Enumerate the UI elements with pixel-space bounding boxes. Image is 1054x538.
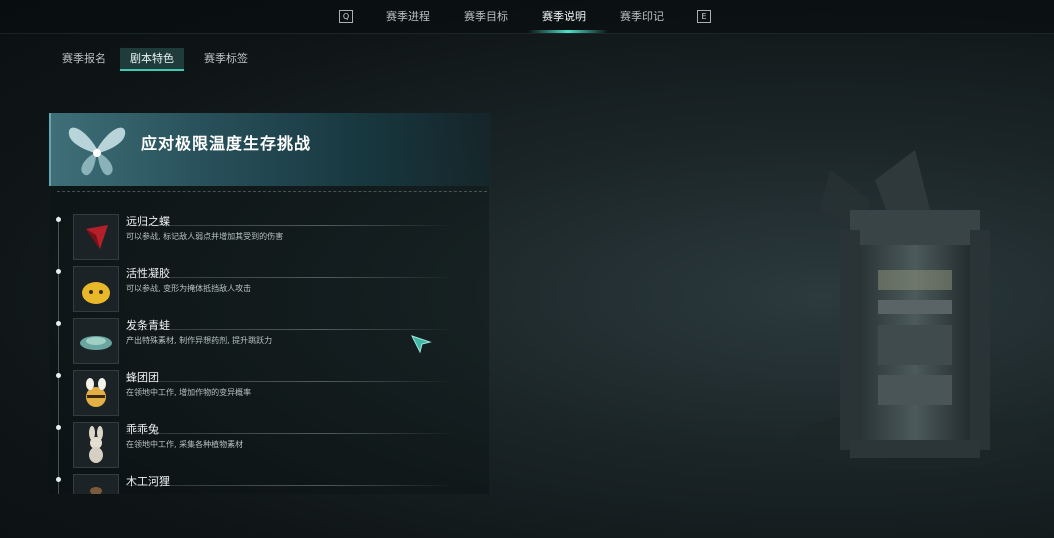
tower-background-art [795,150,1035,470]
red-crystal-icon [73,214,119,260]
item-divider [126,433,456,434]
timeline-dot [56,477,61,482]
list-item[interactable]: 蜂团团 在领地中工作, 增加作物的变异概率 [49,369,489,421]
tab-season-progress[interactable]: 赛季进程 [386,8,430,24]
item-desc: 可以参战, 变形为掩体抵挡敌人攻击 [126,284,252,293]
banner-title: 应对极限温度生存挑战 [141,134,312,153]
active-tab-indicator [528,30,608,33]
list-item[interactable]: 活性凝胶 可以参战, 变形为掩体抵挡敌人攻击 [49,265,489,317]
tab-season-mark[interactable]: 赛季印记 [620,8,664,24]
tab-season-goals[interactable]: 赛季目标 [464,8,508,24]
list-item[interactable]: 乖乖兔 在领地中工作, 采集各种植物素材 [49,421,489,473]
item-divider [126,329,456,330]
item-divider [126,225,456,226]
subtab-script-features[interactable]: 剧本特色 [120,48,184,71]
yellow-slime-icon [73,266,119,312]
item-desc: 在领地中工作, 增加作物的变异概率 [126,388,252,397]
timeline-dot [56,217,61,222]
top-nav-bar: Q 赛季进程 赛季目标 赛季说明 赛季印记 E [0,0,1054,34]
item-name: 活性凝胶 [126,267,170,280]
list-item[interactable]: 远归之蝶 可以参战, 标记敌人弱点并增加其受到的伤害 [49,213,489,265]
butterfly-emblem-icon [68,127,126,176]
subtab-registration[interactable]: 赛季报名 [52,48,116,69]
timeline-dot [56,269,61,274]
beaver-icon [73,474,119,494]
item-desc: 产出特殊素材, 制作异想药剂, 提升跳跃力 [126,336,273,345]
item-desc: 在领地中工作, 采集各种植物素材 [126,440,244,449]
item-name: 远归之蝶 [126,215,170,228]
item-name: 发条青蛙 [126,319,170,332]
item-desc: 可以参战, 标记敌人弱点并增加其受到的伤害 [126,232,284,241]
timeline-dot [56,373,61,378]
item-divider [126,277,456,278]
timeline-dot [56,321,61,326]
item-name: 蜂团团 [126,371,159,384]
item-divider [126,485,456,486]
list-item[interactable]: 木工河狸 [49,473,489,494]
item-divider [126,381,456,382]
item-name: 木工河狸 [126,475,170,488]
key-hint-e[interactable]: E [697,10,711,23]
bee-icon [73,370,119,416]
cursor-icon [411,335,432,354]
feature-banner: 应对极限温度生存挑战 [49,113,491,186]
panel-divider [57,191,487,192]
tab-season-info[interactable]: 赛季说明 [542,8,586,24]
key-hint-q[interactable]: Q [339,10,353,23]
rabbit-icon [73,422,119,468]
item-name: 乖乖兔 [126,423,159,436]
timeline-dot [56,425,61,430]
subtab-season-tags[interactable]: 赛季标签 [194,48,258,69]
clockwork-frog-icon [73,318,119,364]
